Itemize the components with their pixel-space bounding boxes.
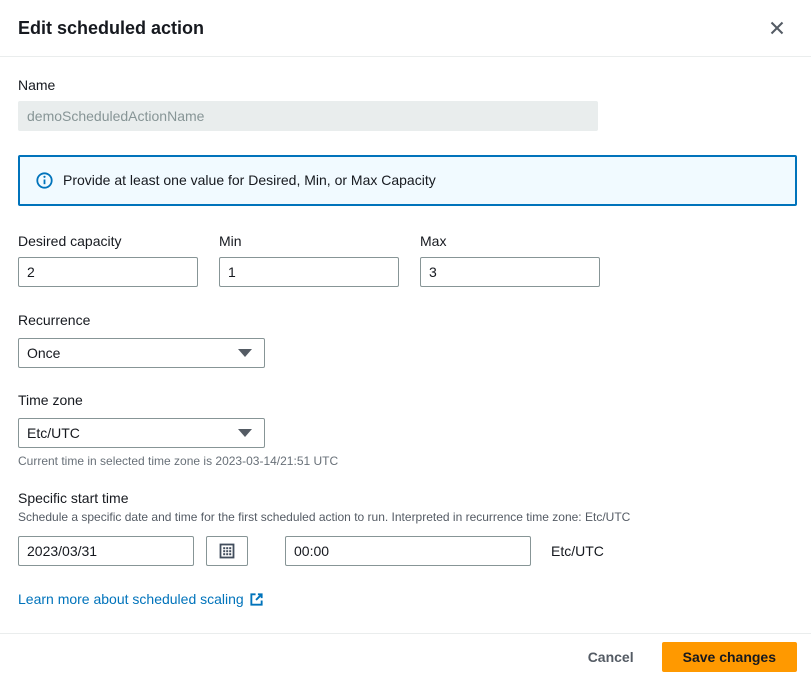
capacity-row: Desired capacity Min Max — [18, 233, 797, 287]
learn-more-link[interactable]: Learn more about scheduled scaling — [18, 591, 264, 607]
start-date-input[interactable] — [18, 536, 194, 566]
recurrence-label: Recurrence — [18, 312, 90, 328]
external-link-icon — [249, 592, 264, 607]
desired-capacity-input[interactable] — [18, 257, 198, 287]
current-time-helper: Current time in selected time zone is 20… — [18, 454, 797, 468]
min-capacity-label: Min — [219, 233, 399, 249]
close-button[interactable] — [765, 16, 789, 40]
timezone-select[interactable]: Etc/UTC — [18, 418, 265, 448]
start-time-input[interactable] — [285, 536, 531, 566]
desired-capacity-label: Desired capacity — [18, 233, 198, 249]
close-icon — [769, 20, 785, 36]
save-changes-button[interactable]: Save changes — [662, 642, 797, 672]
modal-footer: Cancel Save changes — [0, 633, 811, 679]
timezone-field: Time zone Etc/UTC Current time in select… — [18, 392, 797, 468]
modal-header: Edit scheduled action — [0, 0, 811, 57]
recurrence-select[interactable]: Once — [18, 338, 265, 368]
info-alert-text: Provide at least one value for Desired, … — [63, 170, 436, 191]
max-capacity-input[interactable] — [420, 257, 600, 287]
max-capacity-label: Max — [420, 233, 600, 249]
info-icon — [36, 172, 53, 189]
datetime-row: Etc/UTC — [18, 536, 797, 566]
min-capacity-field: Min — [219, 233, 399, 287]
timezone-selected-value: Etc/UTC — [27, 425, 80, 441]
chevron-down-icon — [238, 349, 252, 357]
name-input — [18, 101, 598, 131]
timezone-suffix-label: Etc/UTC — [551, 543, 604, 559]
edit-scheduled-action-modal: Edit scheduled action Name Pr — [0, 0, 811, 679]
start-time-section: Specific start time Schedule a specific … — [18, 490, 797, 566]
recurrence-field: Recurrence Once — [18, 312, 797, 368]
modal-body: Name Provide at least one value for Desi… — [0, 57, 811, 609]
timezone-label: Time zone — [18, 392, 83, 408]
learn-more-link-text: Learn more about scheduled scaling — [18, 591, 244, 607]
start-time-label: Specific start time — [18, 490, 797, 506]
chevron-down-icon — [238, 429, 252, 437]
cancel-button[interactable]: Cancel — [578, 643, 644, 671]
desired-capacity-field: Desired capacity — [18, 233, 198, 287]
calendar-icon — [219, 543, 235, 559]
max-capacity-field: Max — [420, 233, 600, 287]
info-alert: Provide at least one value for Desired, … — [18, 155, 797, 206]
name-label: Name — [18, 77, 797, 93]
min-capacity-input[interactable] — [219, 257, 399, 287]
start-time-description: Schedule a specific date and time for th… — [18, 510, 797, 524]
modal-title: Edit scheduled action — [18, 18, 204, 39]
recurrence-selected-value: Once — [27, 345, 60, 361]
calendar-picker-button[interactable] — [206, 536, 248, 566]
